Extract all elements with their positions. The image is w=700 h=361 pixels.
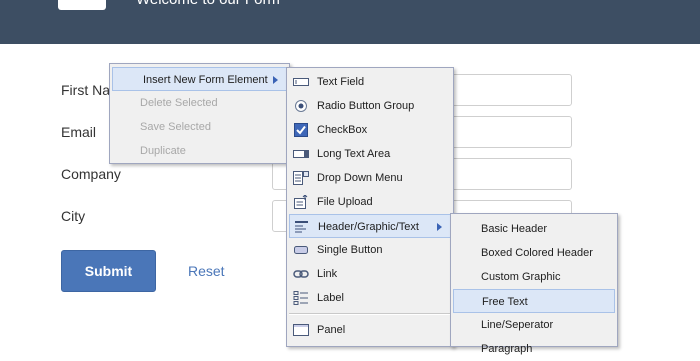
header-graphic-text-submenu: Basic Header Boxed Colored Header Custom… [450, 213, 618, 355]
menu-item-label: Header/Graphic/Text [318, 221, 419, 233]
menu-item-label: Custom Graphic [481, 271, 561, 283]
email-label: Email [61, 124, 97, 140]
link-icon [293, 270, 309, 278]
menu-item-label: Paragraph [481, 343, 533, 355]
menu-item-label: Panel [317, 324, 346, 336]
header-title: Welcome to our Form [136, 0, 280, 8]
menu-item-header-graphic-text[interactable]: Header/Graphic/Text [289, 214, 451, 238]
file-upload-icon [294, 195, 308, 209]
menu-item-label: Delete Selected [140, 97, 218, 109]
menu-item-label: Single Button [317, 244, 383, 256]
menu-item-label: Label [317, 292, 344, 304]
menu-item-insert-new-form-element[interactable]: Insert New Form Element [112, 67, 287, 91]
submenu-arrow-icon [437, 223, 442, 231]
menu-item-label: Insert New Form Element [143, 74, 268, 86]
header-text-icon [295, 221, 308, 233]
menu-item-checkbox[interactable]: CheckBox [287, 118, 453, 142]
menu-item-link[interactable]: Link [287, 262, 453, 286]
city-label: City [61, 208, 86, 224]
company-label: Company [61, 166, 121, 182]
button-icon [294, 246, 308, 254]
text-area-icon [293, 150, 309, 158]
menu-item-long-text-area[interactable]: Long Text Area [287, 142, 453, 166]
menu-item-delete-selected[interactable]: Delete Selected [110, 91, 289, 115]
menu-item-label: Radio Button Group [317, 100, 415, 112]
menu-item-label: Drop Down Menu [317, 172, 403, 184]
menu-item-duplicate[interactable]: Duplicate [110, 139, 289, 163]
submenu-arrow-icon [273, 76, 278, 84]
menu-item-label: Basic Header [481, 223, 548, 235]
menu-separator [289, 313, 451, 315]
menu-item-label: Link [317, 268, 338, 280]
menu-item-label: Boxed Colored Header [481, 247, 593, 259]
menu-item-drop-down-menu[interactable]: Drop Down Menu [287, 166, 453, 190]
menu-item-label-element[interactable]: Label [287, 286, 453, 310]
menu-item-file-upload[interactable]: File Upload [287, 190, 453, 214]
menu-item-boxed-colored-header[interactable]: Boxed Colored Header [451, 241, 617, 265]
menu-item-line-seperator[interactable]: Line/Seperator [451, 313, 617, 337]
app-header: Welcome to our Form [0, 0, 700, 44]
menu-item-label: Free Text [482, 296, 528, 308]
menu-item-label: File Upload [317, 196, 373, 208]
reset-link[interactable]: Reset [188, 263, 225, 279]
menu-item-paragraph[interactable]: Paragraph [451, 337, 617, 361]
dropdown-icon [293, 171, 309, 185]
radio-button-icon [295, 100, 307, 112]
menu-item-label: CheckBox [317, 124, 368, 136]
label-icon [293, 291, 308, 305]
form-elements-submenu: Text Field Radio Button Group CheckBox L… [286, 67, 454, 347]
menu-item-custom-graphic[interactable]: Custom Graphic [451, 265, 617, 289]
menu-item-text-field[interactable]: Text Field [287, 70, 453, 94]
menu-item-basic-header[interactable]: Basic Header [451, 217, 617, 241]
menu-item-panel[interactable]: Panel [287, 318, 453, 342]
menu-item-label: Line/Seperator [481, 319, 554, 331]
text-field-icon [293, 78, 309, 86]
menu-item-single-button[interactable]: Single Button [287, 238, 453, 262]
first-name-label: First Na [61, 82, 110, 98]
menu-item-label: Duplicate [140, 145, 186, 157]
menu-item-save-selected[interactable]: Save Selected [110, 115, 289, 139]
checkbox-icon [294, 123, 308, 137]
menu-item-label: Save Selected [140, 121, 211, 133]
panel-icon [293, 324, 309, 336]
header-logo [58, 0, 106, 10]
menu-item-label: Long Text Area [317, 148, 391, 160]
context-menu: Insert New Form Element Delete Selected … [109, 63, 290, 164]
menu-item-radio-button-group[interactable]: Radio Button Group [287, 94, 453, 118]
submit-button[interactable]: Submit [61, 250, 156, 292]
menu-item-free-text[interactable]: Free Text [453, 289, 615, 313]
menu-item-label: Text Field [317, 76, 365, 88]
